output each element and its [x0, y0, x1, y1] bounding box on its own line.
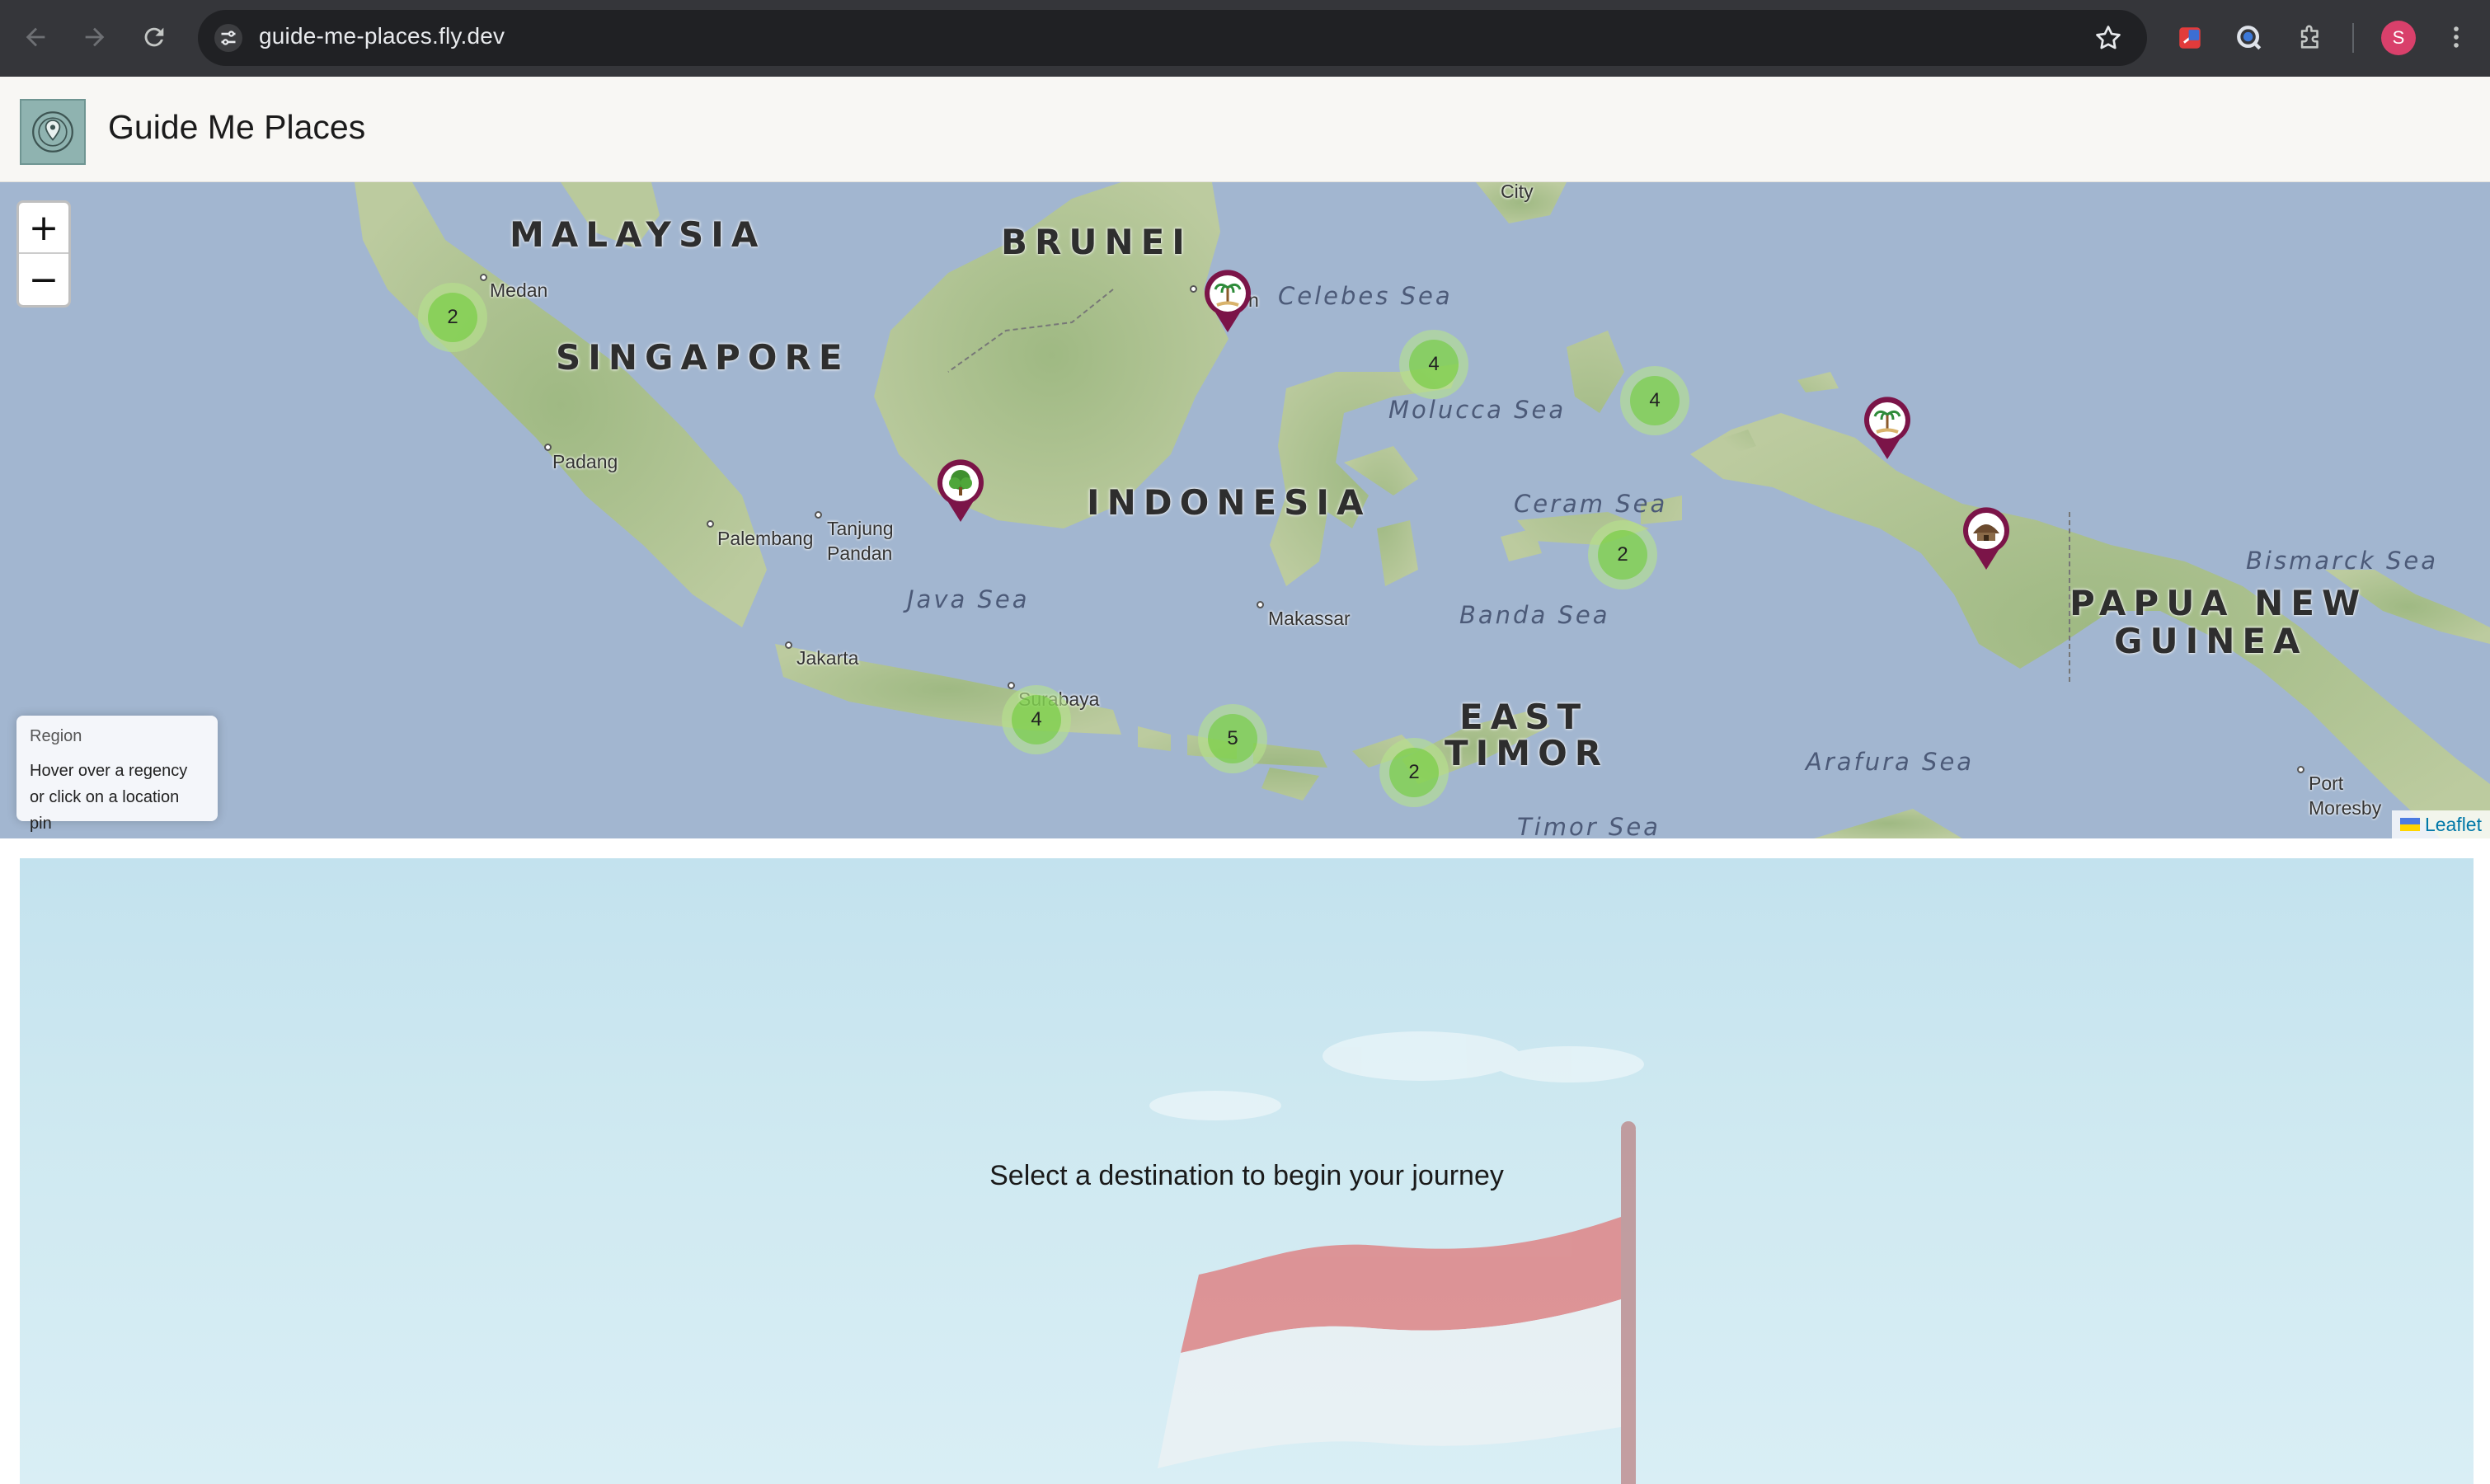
- cluster-marker[interactable]: 2: [418, 283, 487, 352]
- city-dot-padang: [544, 444, 552, 451]
- region-info-title: Region: [30, 727, 82, 745]
- label-medan: Medan: [490, 279, 548, 301]
- cluster-marker[interactable]: 4: [1399, 330, 1468, 399]
- label-java-sea: Java Sea: [907, 585, 1030, 613]
- label-png-1: PAPUA NEW: [2070, 583, 2368, 623]
- cluster-count: 2: [1598, 530, 1647, 580]
- label-brunei: BRUNEI: [1001, 222, 1192, 262]
- cluster-count: 4: [1012, 695, 1061, 744]
- label-tanjung: Tanjung: [827, 518, 894, 539]
- label-timor-sea: Timor Sea: [1517, 813, 1661, 838]
- cluster-count: 4: [1409, 340, 1459, 389]
- toolbar-separator: [2352, 23, 2354, 53]
- city-dot-tarakan: [1190, 285, 1197, 293]
- arrow-right-icon: [85, 27, 105, 47]
- label-ceram-sea: Ceram Sea: [1514, 490, 1668, 518]
- back-button[interactable]: [12, 13, 59, 61]
- location-pin-palm-tree-icon[interactable]: [1862, 395, 1913, 461]
- cluster-count: 5: [1208, 714, 1257, 763]
- label-pandan: Pandan: [827, 542, 893, 564]
- label-arafura-sea: Arafura Sea: [1806, 748, 1975, 776]
- hero-message: Select a destination to begin your journ…: [989, 1160, 1504, 1191]
- hero-background-image: Select a destination to begin your journ…: [20, 858, 2474, 1484]
- map[interactable]: MALAYSIA BRUNEI SINGAPORE INDONESIA EAST…: [0, 182, 2490, 838]
- label-celebes-sea: Celebes Sea: [1278, 282, 1453, 310]
- label-makassar: Makassar: [1268, 608, 1351, 629]
- forward-button[interactable]: [71, 13, 119, 61]
- label-jakarta: Jakarta: [796, 647, 859, 669]
- cluster-count: 4: [1630, 376, 1680, 425]
- zoom-out-button[interactable]: −: [19, 254, 68, 305]
- city-dot-makassar: [1257, 601, 1264, 608]
- label-malaysia: MALAYSIA: [510, 214, 766, 255]
- zoom-in-button[interactable]: +: [19, 203, 68, 254]
- extension-pdf-icon[interactable]: [2172, 20, 2208, 56]
- chrome-menu-button[interactable]: [2432, 13, 2480, 61]
- arrow-left-icon: [26, 27, 45, 47]
- label-moresby: Moresby: [2309, 797, 2382, 819]
- zoom-control: + −: [16, 200, 71, 308]
- label-port: Port: [2309, 773, 2344, 794]
- city-dot-surabaya: [1008, 682, 1015, 689]
- region-info-line2: or click on a location pin: [30, 788, 180, 833]
- bookmark-star-icon[interactable]: [2093, 22, 2124, 54]
- cluster-marker[interactable]: 2: [1588, 520, 1657, 589]
- label-east-timor-2: TIMOR: [1445, 733, 1609, 773]
- location-pin-palm-tree-icon[interactable]: [1202, 268, 1253, 334]
- label-palembang: Palembang: [717, 528, 814, 549]
- app-header: Guide Me Places: [0, 77, 2490, 182]
- city-dot-jakarta: [785, 641, 792, 649]
- extension-lens-icon[interactable]: [2231, 20, 2267, 56]
- kebab-menu-icon: [2454, 26, 2459, 48]
- location-pin-tree-icon[interactable]: [935, 458, 986, 524]
- site-settings-icon[interactable]: [214, 24, 242, 52]
- profile-avatar[interactable]: S: [2381, 21, 2416, 55]
- ukraine-flag-icon: [2399, 818, 2420, 831]
- city-dot-palembang: [707, 520, 714, 528]
- label-indonesia: INDONESIA: [1087, 482, 1371, 523]
- label-singapore: SINGAPORE: [556, 337, 850, 378]
- cluster-count: 2: [1389, 748, 1439, 797]
- city-dot-medan: [480, 274, 487, 281]
- cluster-marker[interactable]: 4: [1002, 685, 1071, 754]
- location-pin-logo-icon: [32, 111, 73, 153]
- label-bismarck-sea: Bismarck Sea: [2246, 547, 2438, 575]
- city-dot-tanjung-pandan: [815, 511, 822, 519]
- region-info-box: Region Hover over a regency or click on …: [16, 716, 218, 833]
- reload-icon: [144, 27, 164, 47]
- profile-initial: S: [2392, 27, 2405, 48]
- city-dot-port-moresby: [2297, 766, 2304, 773]
- leaflet-link[interactable]: Leaflet: [2425, 814, 2482, 836]
- app-title: Guide Me Places: [108, 108, 366, 146]
- browser-toolbar: guide-me-places.fly.dev S: [0, 0, 2490, 77]
- cluster-marker[interactable]: 5: [1198, 704, 1267, 773]
- app-logo[interactable]: [20, 99, 86, 165]
- extensions-puzzle-icon[interactable]: [2292, 20, 2328, 56]
- location-pin-hut-icon[interactable]: [1961, 505, 2012, 571]
- reload-button[interactable]: [130, 13, 178, 61]
- address-bar[interactable]: guide-me-places.fly.dev: [198, 10, 2147, 66]
- cluster-marker[interactable]: 2: [1379, 738, 1449, 807]
- map-attribution: Leaflet: [2391, 810, 2490, 838]
- cluster-marker[interactable]: 4: [1620, 366, 1689, 435]
- label-east-timor-1: EAST: [1459, 697, 1589, 737]
- cluster-count: 2: [428, 293, 477, 342]
- label-molucca-sea: Molucca Sea: [1388, 396, 1567, 424]
- region-info-line1: Hover over a regency: [30, 762, 188, 780]
- label-city-top: City: [1501, 182, 1534, 202]
- label-banda-sea: Banda Sea: [1459, 601, 1610, 629]
- label-padang: Padang: [552, 451, 618, 472]
- url-text: guide-me-places.fly.dev: [259, 23, 505, 49]
- label-png-2: GUINEA: [2114, 621, 2308, 661]
- hero-section: Select a destination to begin your journ…: [0, 838, 2490, 1484]
